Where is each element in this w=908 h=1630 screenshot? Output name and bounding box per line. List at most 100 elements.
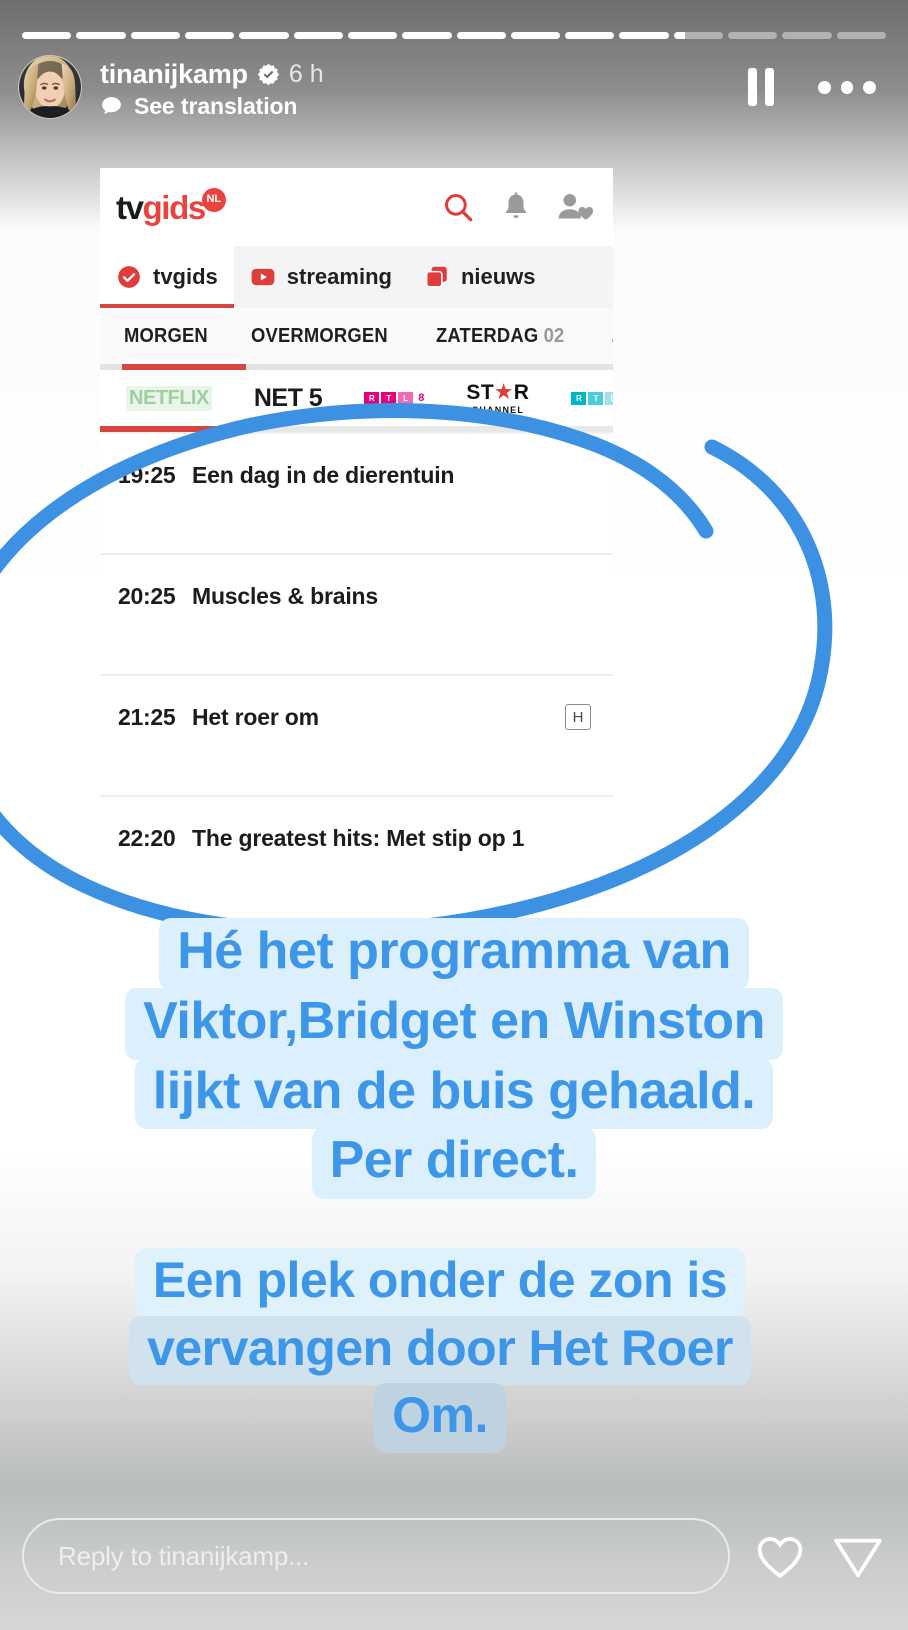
story-progress-bar: [22, 32, 886, 39]
star-line1b: R: [513, 380, 530, 404]
story-text-line: lijkt van de buis gehaald.: [48, 1057, 860, 1130]
story-text-line: vervangen door Het Roer: [70, 1315, 810, 1385]
avatar[interactable]: [18, 55, 82, 119]
program-title: Muscles & brains: [192, 583, 378, 609]
pause-icon-bar-left: [748, 68, 757, 106]
reply-input[interactable]: Reply to tinanijkamp...: [22, 1518, 730, 1594]
day-tab-name: MORGEN: [124, 324, 208, 347]
story-text-line-content: Hé het programma van: [159, 918, 749, 990]
tvgids-day-tabs: MORGENOVERMORGENZATERDAG 02ZONDAG 03M: [100, 308, 613, 364]
story-progress-segment: [456, 32, 506, 39]
pause-icon-bar-right: [765, 68, 774, 106]
story-progress-segment: [402, 32, 452, 39]
search-icon[interactable]: [441, 190, 475, 224]
channel-star[interactable]: ST ★ R CHANNEL: [466, 382, 529, 415]
story-progress-segment: [728, 32, 778, 39]
story-progress-segment: [836, 32, 886, 39]
reply-placeholder: Reply to tinanijkamp...: [58, 1540, 310, 1571]
stacked-cards-icon: [424, 264, 450, 290]
story-header: tinanijkamp 6 h See translation: [18, 55, 890, 133]
program-time: 22:20: [118, 825, 176, 851]
profile-favorites-icon[interactable]: [557, 190, 595, 224]
story-text-line: Per direct.: [48, 1127, 860, 1200]
day-tab-name: ZATERDAG: [435, 324, 539, 347]
speech-bubble-icon: [102, 97, 121, 115]
program-row[interactable]: 19:25 Een dag in de dierentuin: [100, 434, 613, 555]
star-line1a: ST: [466, 380, 495, 404]
program-hd-badge: H: [565, 704, 591, 730]
channel-rtlz[interactable]: RTLZ: [571, 391, 613, 405]
day-tab-overmorgen[interactable]: OVERMORGEN: [251, 325, 388, 348]
star-glyph-icon: ★: [495, 381, 513, 403]
rtl8-suffix: 8: [418, 392, 425, 404]
username-label[interactable]: tinanijkamp: [100, 57, 248, 91]
tab-tvgids[interactable]: tvgids: [100, 246, 234, 308]
tab-label: nieuws: [460, 264, 536, 289]
day-tab-zaterdag[interactable]: ZATERDAG 02: [436, 325, 564, 348]
story-progress-segment: [239, 32, 289, 39]
more-options-icon-dot: [818, 80, 831, 94]
tvgids-header-actions: [441, 190, 595, 224]
rtlz-logo: RTLZ: [571, 391, 613, 405]
day-tab-morgen[interactable]: MORGEN: [124, 325, 208, 348]
program-row[interactable]: 20:25 Muscles & brains: [100, 555, 613, 676]
verified-badge-icon: [257, 63, 280, 85]
story-text-line-content: Een plek onder de zon is: [134, 1248, 746, 1318]
see-translation-label[interactable]: See translation: [134, 93, 297, 120]
program-list: 19:25 Een dag in de dierentuin 20:25 Muscle…: [100, 434, 613, 918]
paper-plane-icon[interactable]: [830, 1528, 886, 1584]
heart-icon[interactable]: [752, 1528, 808, 1584]
story-progress-segment: [510, 32, 561, 39]
day-tab-name: ZONDAG: [612, 325, 613, 347]
story-progress-segment: [130, 32, 180, 39]
day-tab-name: OVERMORGEN: [251, 324, 388, 347]
logo-nl-badge: NL: [201, 187, 226, 212]
channel-scroll-track[interactable]: [100, 426, 613, 432]
program-row[interactable]: 21:25 Het roer om H: [100, 676, 613, 797]
instagram-story-viewer: tinanijkamp 6 h See translation tv gids …: [0, 0, 908, 1630]
more-options-icon-dot: [840, 80, 854, 94]
story-progress-segment: [565, 32, 615, 39]
story-progress-segment: [293, 32, 343, 39]
story-progress-segment: [347, 32, 398, 39]
channel-scroll-thumb[interactable]: [100, 426, 250, 432]
channel-netflix[interactable]: NETFLIX: [126, 385, 212, 411]
story-progress-segment: [76, 32, 126, 39]
channel-net5-label: NET 5: [253, 383, 323, 412]
more-options-button[interactable]: [818, 77, 877, 97]
program-title: Het roer om: [192, 704, 319, 730]
day-tab-zondag[interactable]: ZONDAG 03: [612, 325, 613, 348]
program-title: Een dag in de dierentuin: [192, 462, 455, 488]
logo-part-tv: tv: [116, 188, 144, 226]
program-time: 20:25: [118, 583, 176, 609]
tab-nieuws[interactable]: nieuws: [408, 246, 552, 308]
story-text-line: Een plek onder de zon is: [70, 1248, 810, 1318]
logo-part-gids: gids: [142, 188, 207, 226]
day-tab-number: 02: [538, 324, 565, 347]
rtl8-logo: RTL8: [364, 391, 425, 405]
story-text-block-1: Hé het programma van Viktor,Bridget en Wi…: [48, 918, 860, 1200]
star-channel-logo: ST ★ R CHANNEL: [466, 382, 529, 415]
tvgids-top-bar: tv gids NL: [100, 168, 613, 246]
program-title: The greatest hits: Met stip op 1: [192, 825, 525, 851]
story-text-line-content: vervangen door Het Roer: [129, 1315, 751, 1385]
story-text-line-content: Om.: [374, 1383, 506, 1453]
program-row[interactable]: 22:20 The greatest hits: Met stip op 1: [100, 797, 613, 918]
tab-streaming[interactable]: streaming: [234, 246, 408, 308]
see-translation-row[interactable]: See translation: [100, 93, 297, 120]
tvgids-logo[interactable]: tv gids NL: [116, 187, 226, 226]
channel-netflix-label: NETFLIX: [126, 385, 212, 411]
channel-rtl8[interactable]: RTL8: [364, 391, 425, 405]
story-text-line: Viktor,Bridget en Winston: [48, 987, 860, 1060]
story-author-line: tinanijkamp 6 h: [100, 57, 324, 91]
story-text-line-content: Per direct.: [311, 1127, 597, 1200]
program-time: 19:25: [118, 462, 176, 488]
pause-button[interactable]: [744, 67, 778, 107]
program-time: 21:25: [118, 704, 176, 730]
tab-label: streaming: [286, 264, 392, 289]
story-progress-segment: [22, 32, 72, 39]
tvgids-section-tabs: tvgids streaming nieuws: [100, 246, 613, 308]
story-progress-segment: [782, 32, 832, 39]
channel-net5[interactable]: NET 5: [253, 383, 323, 413]
bell-icon[interactable]: [500, 190, 532, 224]
